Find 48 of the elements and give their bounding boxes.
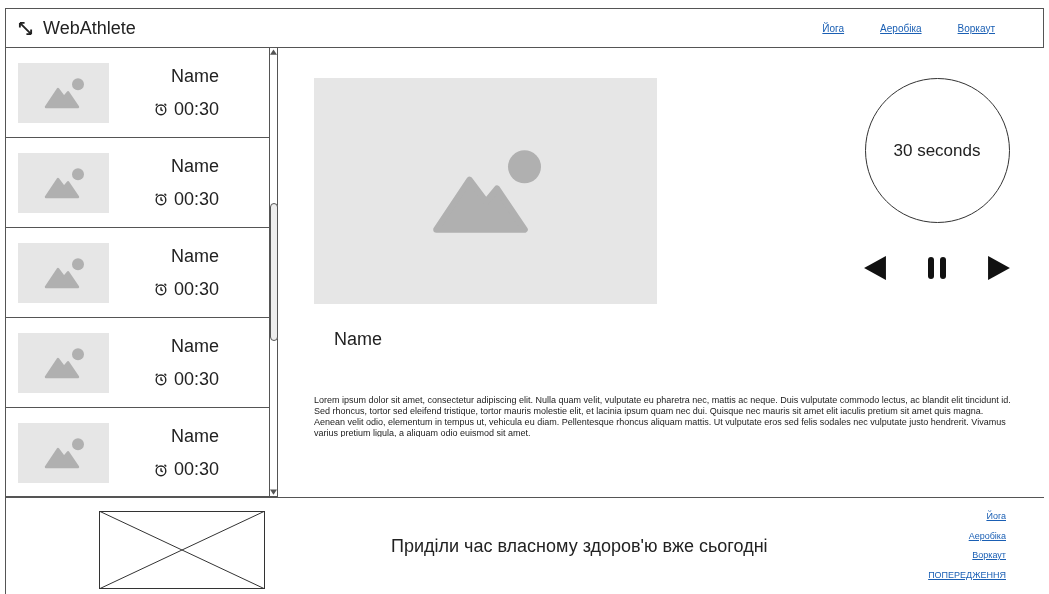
exercise-item[interactable]: Name 00:30 [6, 228, 269, 318]
image-placeholder-icon [43, 256, 84, 289]
scroll-down-icon[interactable] [270, 488, 277, 496]
play-button[interactable] [988, 256, 1010, 280]
nav-link[interactable]: Йога [822, 20, 845, 36]
exercise-duration: 00:30 [173, 367, 219, 391]
alarm-clock-icon [153, 192, 168, 206]
footer-link[interactable]: Аеробіка [968, 529, 1006, 543]
image-placeholder-icon [99, 511, 265, 589]
exercise-title: Name [334, 328, 383, 351]
resize-arrows-icon [18, 20, 33, 36]
scrollbar[interactable] [269, 48, 278, 496]
exercise-duration: 00:30 [173, 277, 219, 301]
exercise-duration: 00:30 [173, 97, 219, 121]
image-placeholder-icon [43, 437, 84, 469]
exercise-duration: 00:30 [173, 458, 219, 481]
pause-icon [928, 257, 946, 279]
exercise-name: Name [171, 425, 219, 448]
scroll-up-icon[interactable] [270, 48, 277, 56]
image-placeholder-icon [43, 76, 84, 109]
alarm-clock-icon [153, 282, 168, 296]
exercise-name: Name [171, 244, 219, 268]
exercise-description: Lorem ipsum dolor sit amet, consectetur adipiscing elit. Nulla quam velit, vulputate eu pharetra nec, mattis ac neque. Duis vulputate commodo lectus, ac blandit elit tincidunt id. Sed rhoncus, tortor sed eleifend tristique, tortor mauris molestie elit, et lacinia ipsum quam nec dui. Quisque nec mauris sit amet elit iaculis pretium sit amet quis magna. Aenean velit odio, elementum in tempus ut, vehicula eu diam. Pellentesque rhoncus aliquam mattis. Ut vulputate eros sed felis sodales nec vulputate justo hendrerit. Vivamus varius pretium ligula, a aliquam odio euismod sit amet. [314, 395, 1012, 437]
footer-link[interactable]: Йога [986, 510, 1006, 524]
footer-link[interactable]: Воркаут [972, 549, 1006, 563]
exercise-item[interactable]: Name 00:30 [6, 318, 269, 408]
footer-slogan: Приділи час власному здоров'ю вже сьогодні [391, 534, 768, 558]
alarm-clock-icon [153, 372, 168, 386]
exercise-name: Name [171, 154, 219, 178]
exercise-item[interactable]: Name 00:30 [6, 408, 269, 498]
alarm-clock-icon [153, 462, 168, 477]
exercise-name: Name [171, 334, 219, 358]
pause-button[interactable] [928, 257, 946, 279]
image-placeholder-icon [43, 166, 84, 199]
exercise-duration: 00:30 [173, 187, 219, 211]
site-title: WebAthlete [43, 16, 136, 40]
exercise-item[interactable]: Name 00:30 [6, 48, 269, 138]
nav-link[interactable]: Аеробіка [880, 20, 922, 36]
previous-icon [864, 256, 886, 280]
previous-button[interactable] [864, 256, 886, 280]
nav-link[interactable]: Воркаут [957, 20, 995, 36]
alarm-clock-icon [153, 102, 168, 116]
image-placeholder-icon [43, 346, 84, 379]
exercise-name: Name [171, 64, 219, 88]
play-icon [988, 256, 1010, 280]
exercise-item[interactable]: Name 00:30 [6, 138, 269, 228]
footer-link[interactable]: ПОПЕРЕДЖЕННЯ [928, 568, 1006, 582]
scrollbar-thumb[interactable] [269, 203, 278, 341]
